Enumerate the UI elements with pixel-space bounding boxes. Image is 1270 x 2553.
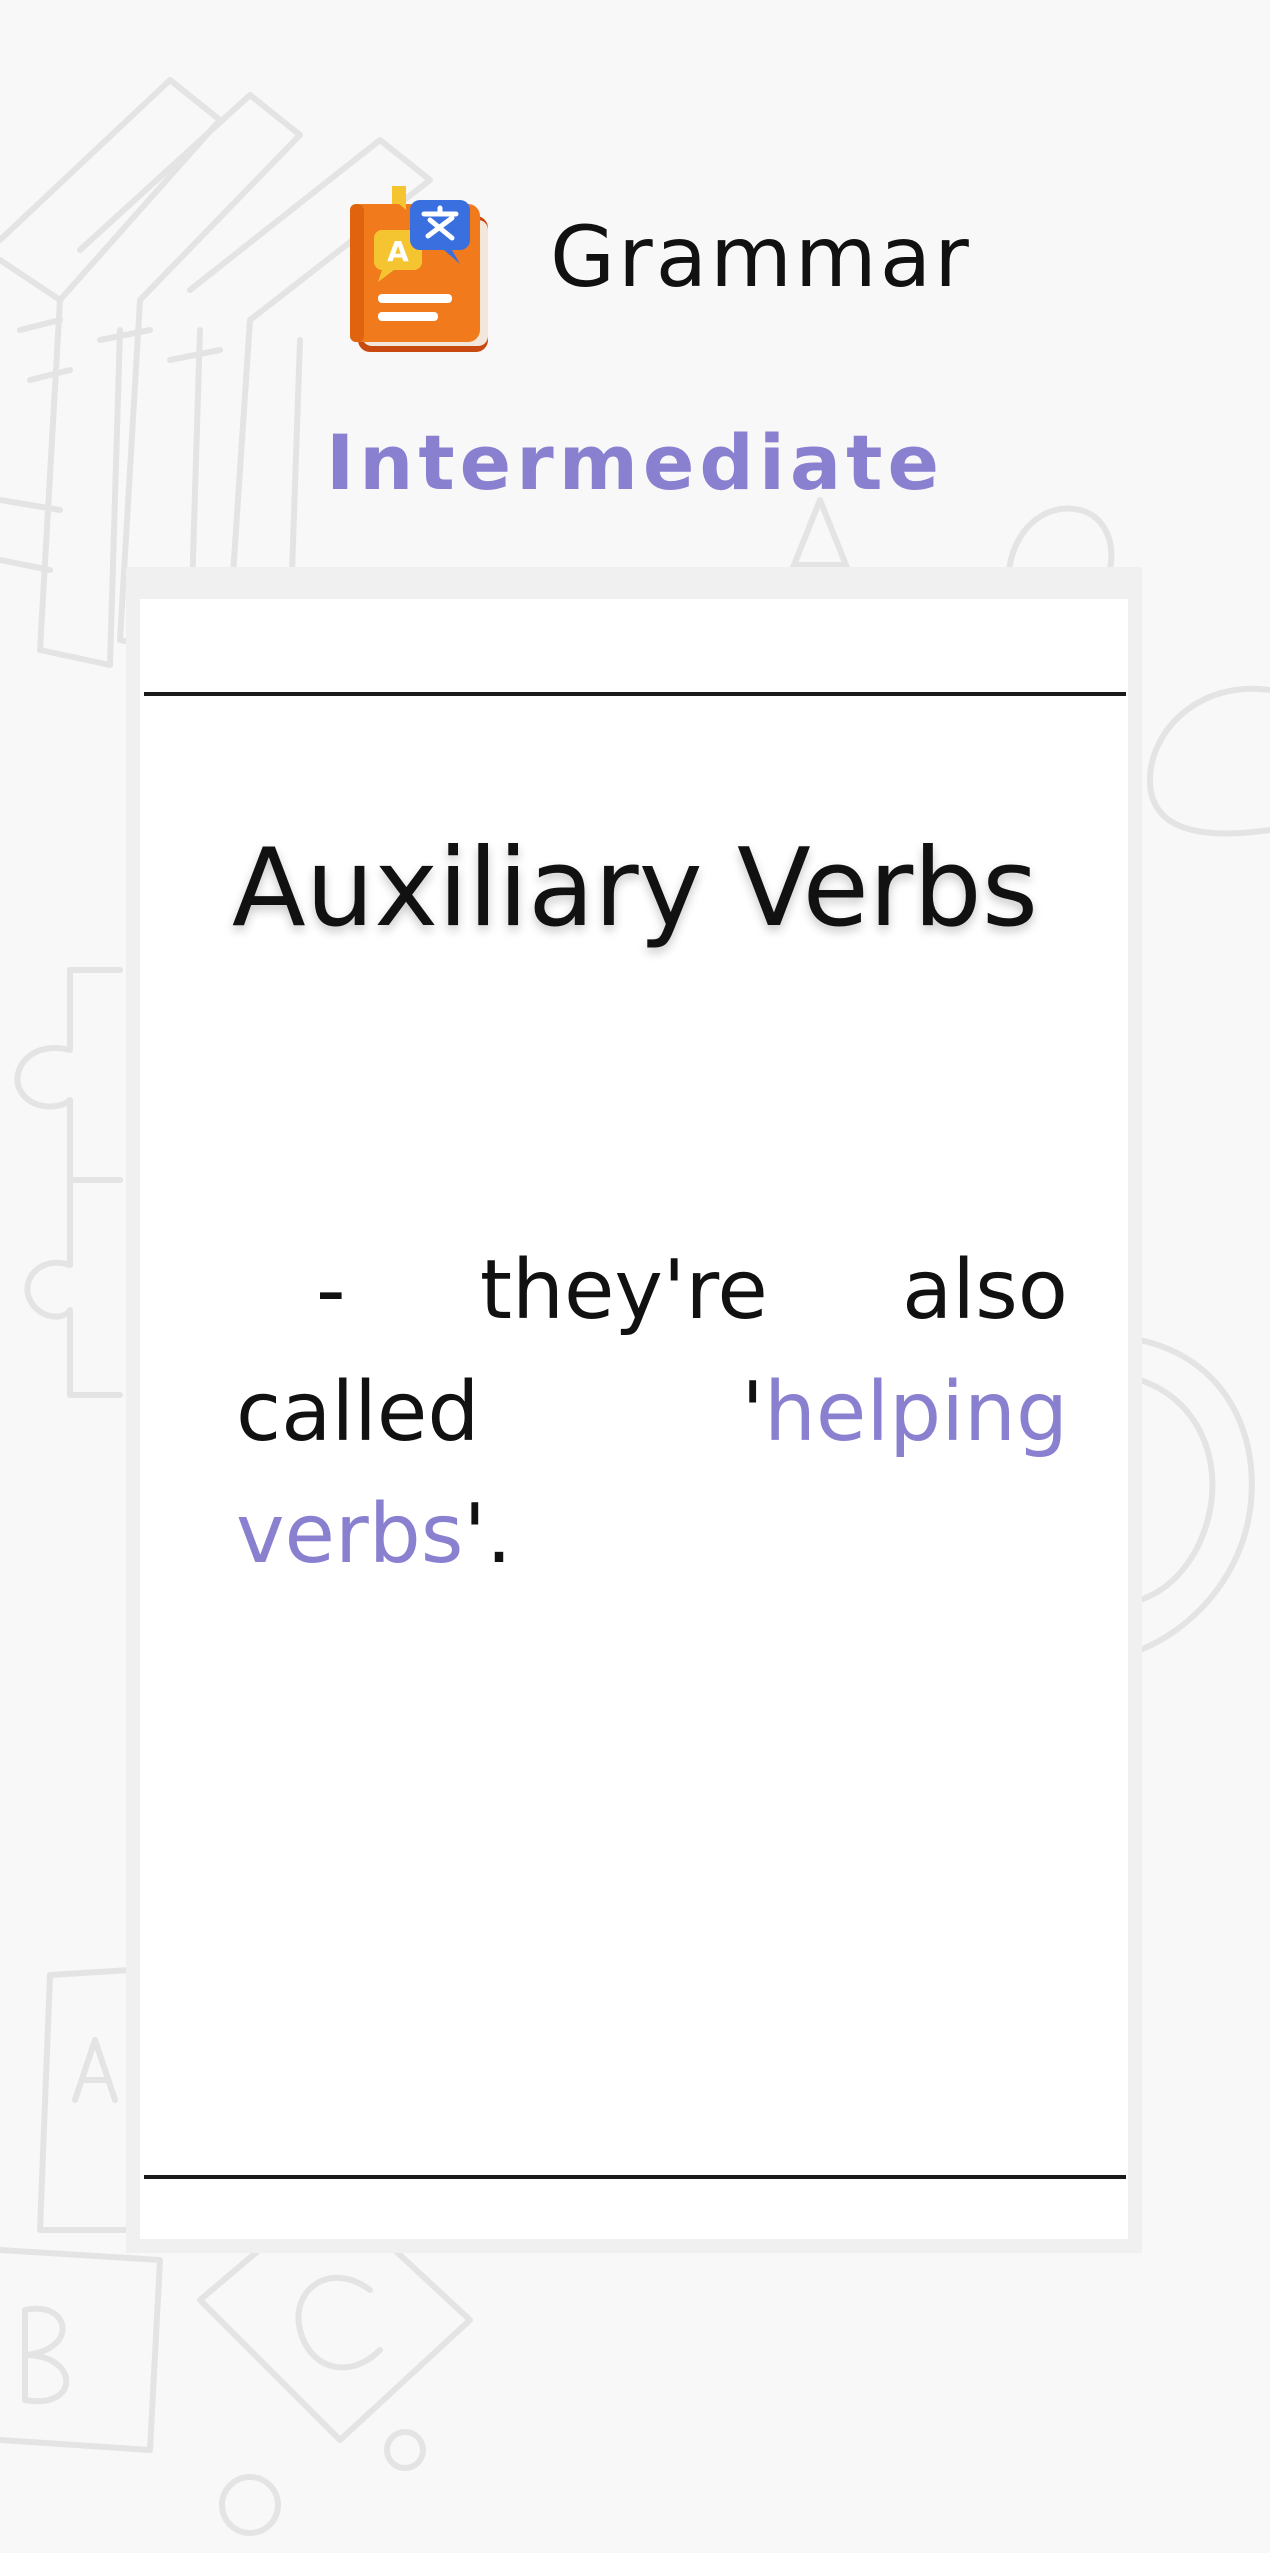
svg-text:A: A [387,235,409,268]
grammar-book-translate-icon: A [350,186,488,352]
level-label: Intermediate [325,418,945,507]
top-divider [144,692,1126,696]
lesson-body-text-end: '. [463,1487,513,1582]
lesson-title: Auxiliary Verbs [231,826,1039,951]
header: A Grammar Intermediate [0,0,1270,560]
bottom-divider [144,2175,1126,2179]
lesson-body: - they're also called 'helping verbs'. [236,1230,1068,1596]
app-title: Grammar [550,208,972,306]
lesson-body-dash: - [316,1243,346,1338]
puzzle-doodle-icon [14,967,123,1398]
headphones-doodle-icon [1137,685,1270,1653]
